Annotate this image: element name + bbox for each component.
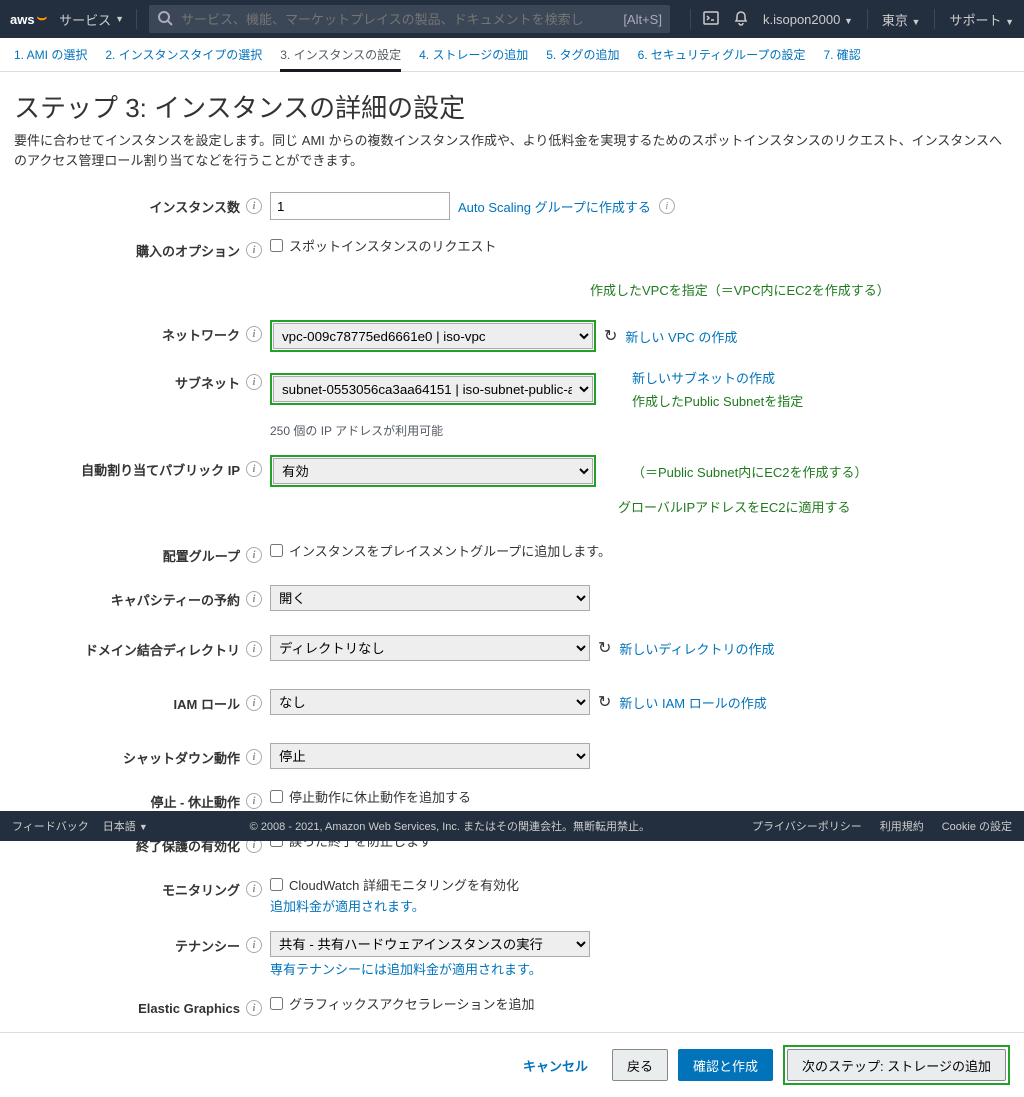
hibernate-checkbox[interactable]: [270, 790, 283, 803]
separator: [136, 9, 137, 29]
placement-checkbox[interactable]: [270, 544, 283, 557]
info-icon[interactable]: i: [246, 749, 262, 765]
subnet-annotation: 作成したPublic Subnetを指定: [632, 391, 803, 410]
tenancy-label: テナンシー: [175, 936, 240, 955]
auto-public-ip-label: 自動割り当てパブリック IP: [81, 460, 240, 479]
info-icon[interactable]: i: [246, 547, 262, 563]
wizard-steps: 1. AMI の選択 2. インスタンスタイプの選択 3. インスタンスの設定 …: [0, 38, 1024, 72]
terms-link[interactable]: 利用規約: [880, 818, 924, 834]
page-title: ステップ 3: インスタンスの詳細の設定: [14, 88, 1010, 125]
wizard-step-6[interactable]: 6. セキュリティグループの設定: [638, 46, 806, 65]
shutdown-select[interactable]: 停止: [270, 743, 590, 769]
services-menu[interactable]: サービス ▼: [59, 10, 124, 29]
subnet-label: サブネット: [175, 373, 240, 392]
info-icon[interactable]: i: [246, 591, 262, 607]
elastic-graphics-checkbox[interactable]: [270, 997, 283, 1010]
region-menu[interactable]: 東京 ▼: [882, 10, 921, 29]
privacy-link[interactable]: プライバシーポリシー: [752, 818, 862, 834]
separator: [934, 9, 935, 29]
info-icon[interactable]: i: [659, 198, 675, 214]
support-menu[interactable]: サポート ▼: [949, 10, 1014, 29]
info-icon[interactable]: i: [246, 198, 262, 214]
auto-public-ip-select[interactable]: 有効: [273, 458, 593, 484]
directory-select[interactable]: ディレクトリなし: [270, 635, 590, 661]
search-shortcut: [Alt+S]: [623, 12, 662, 27]
wizard-step-3: 3. インスタンスの設定: [280, 46, 401, 72]
info-icon[interactable]: i: [246, 937, 262, 953]
review-button[interactable]: 確認と作成: [678, 1049, 773, 1081]
feedback-link[interactable]: フィードバック: [12, 818, 89, 834]
hibernate-label: 停止 - 休止動作: [150, 792, 240, 811]
cloudwatch-pricing-link[interactable]: 追加料金が適用されます。: [270, 896, 425, 915]
spot-checkbox[interactable]: [270, 239, 283, 252]
info-icon[interactable]: i: [246, 1000, 262, 1016]
instance-count-input[interactable]: [270, 192, 450, 220]
language-menu[interactable]: 日本語 ▼: [103, 818, 148, 834]
top-nav: aws⌣ サービス ▼ [Alt+S] k.isopon2000 ▼ 東京 ▼ …: [0, 0, 1024, 38]
wizard-step-1[interactable]: 1. AMI の選択: [14, 46, 87, 65]
new-subnet-link[interactable]: 新しいサブネットの作成: [632, 368, 803, 387]
subnet-hint: 250 個の IP アドレスが利用可能: [270, 422, 803, 439]
subnet-select[interactable]: subnet-0553056ca3aa64151 | iso-subnet-pu…: [273, 376, 593, 402]
tenancy-select[interactable]: 共有 - 共有ハードウェアインスタンスの実行: [270, 931, 590, 957]
wizard-step-2[interactable]: 2. インスタンスタイプの選択: [105, 46, 262, 65]
main-content: ステップ 3: インスタンスの詳細の設定 要件に合わせてインスタンスを設定します…: [0, 72, 1024, 1028]
new-iam-link[interactable]: 新しい IAM ロールの作成: [619, 693, 766, 712]
footer: フィードバック 日本語 ▼ © 2008 - 2021, Amazon Web …: [0, 811, 1024, 841]
separator: [867, 9, 868, 29]
domain-join-label: ドメイン結合ディレクトリ: [85, 640, 240, 659]
ip-annotation: グローバルIPアドレスをEC2に適用する: [618, 497, 850, 516]
page-description: 要件に合わせてインスタンスを設定します。同じ AMI からの複数インスタンス作成…: [14, 131, 1010, 170]
bell-icon[interactable]: [733, 10, 749, 29]
tenancy-pricing-link[interactable]: 専有テナンシーには追加料金が適用されます。: [270, 959, 542, 978]
info-icon[interactable]: i: [246, 793, 262, 809]
cookies-link[interactable]: Cookie の設定: [942, 818, 1012, 834]
info-icon[interactable]: i: [246, 461, 262, 477]
cloudshell-icon[interactable]: [703, 10, 719, 29]
new-vpc-link[interactable]: 新しい VPC の作成: [625, 327, 737, 346]
elastic-graphics-label: Elastic Graphics: [138, 1001, 240, 1016]
search-box[interactable]: [Alt+S]: [149, 5, 670, 33]
copyright: © 2008 - 2021, Amazon Web Services, Inc.…: [148, 818, 752, 834]
new-directory-link[interactable]: 新しいディレクトリの作成: [619, 639, 774, 658]
iam-select[interactable]: なし: [270, 689, 590, 715]
capacity-label: キャパシティーの予約: [111, 590, 240, 609]
info-icon[interactable]: i: [246, 242, 262, 258]
refresh-icon[interactable]: ↻: [604, 326, 617, 346]
vpc-annotation: 作成したVPCを指定（＝VPC内にEC2を作成する）: [590, 280, 890, 299]
next-button[interactable]: 次のステップ: ストレージの追加: [787, 1049, 1006, 1081]
search-input[interactable]: [181, 12, 615, 27]
network-label: ネットワーク: [162, 325, 240, 344]
autoscaling-link[interactable]: Auto Scaling グループに作成する: [458, 197, 651, 216]
cloudwatch-checkbox[interactable]: [270, 878, 283, 891]
info-icon[interactable]: i: [246, 695, 262, 711]
shutdown-label: シャットダウン動作: [123, 748, 240, 767]
info-icon[interactable]: i: [246, 881, 262, 897]
cancel-button[interactable]: キャンセル: [509, 1049, 602, 1081]
back-button[interactable]: 戻る: [612, 1049, 668, 1081]
account-menu[interactable]: k.isopon2000 ▼: [763, 12, 853, 27]
wizard-step-5[interactable]: 5. タグの追加: [546, 46, 619, 65]
info-icon[interactable]: i: [246, 374, 262, 390]
info-icon[interactable]: i: [246, 641, 262, 657]
purchase-option-label: 購入のオプション: [136, 241, 240, 260]
monitoring-label: モニタリング: [162, 880, 240, 899]
info-icon[interactable]: i: [246, 326, 262, 342]
separator: [690, 9, 691, 29]
aws-logo[interactable]: aws⌣: [10, 11, 47, 27]
search-icon: [157, 10, 173, 29]
iam-role-label: IAM ロール: [174, 694, 240, 713]
wizard-step-7[interactable]: 7. 確認: [823, 46, 860, 65]
wizard-step-4[interactable]: 4. ストレージの追加: [419, 46, 528, 65]
instance-count-label: インスタンス数: [150, 197, 240, 216]
refresh-icon[interactable]: ↻: [598, 638, 611, 658]
subnet-annotation2: （＝Public Subnet内にEC2を作成する）: [632, 462, 868, 481]
network-select[interactable]: vpc-009c78775ed6661e0 | iso-vpc: [273, 323, 593, 349]
actions-bar: キャンセル 戻る 確認と作成 次のステップ: ストレージの追加: [0, 1032, 1024, 1097]
placement-group-label: 配置グループ: [163, 546, 240, 565]
capacity-select[interactable]: 開く: [270, 585, 590, 611]
refresh-icon[interactable]: ↻: [598, 692, 611, 712]
